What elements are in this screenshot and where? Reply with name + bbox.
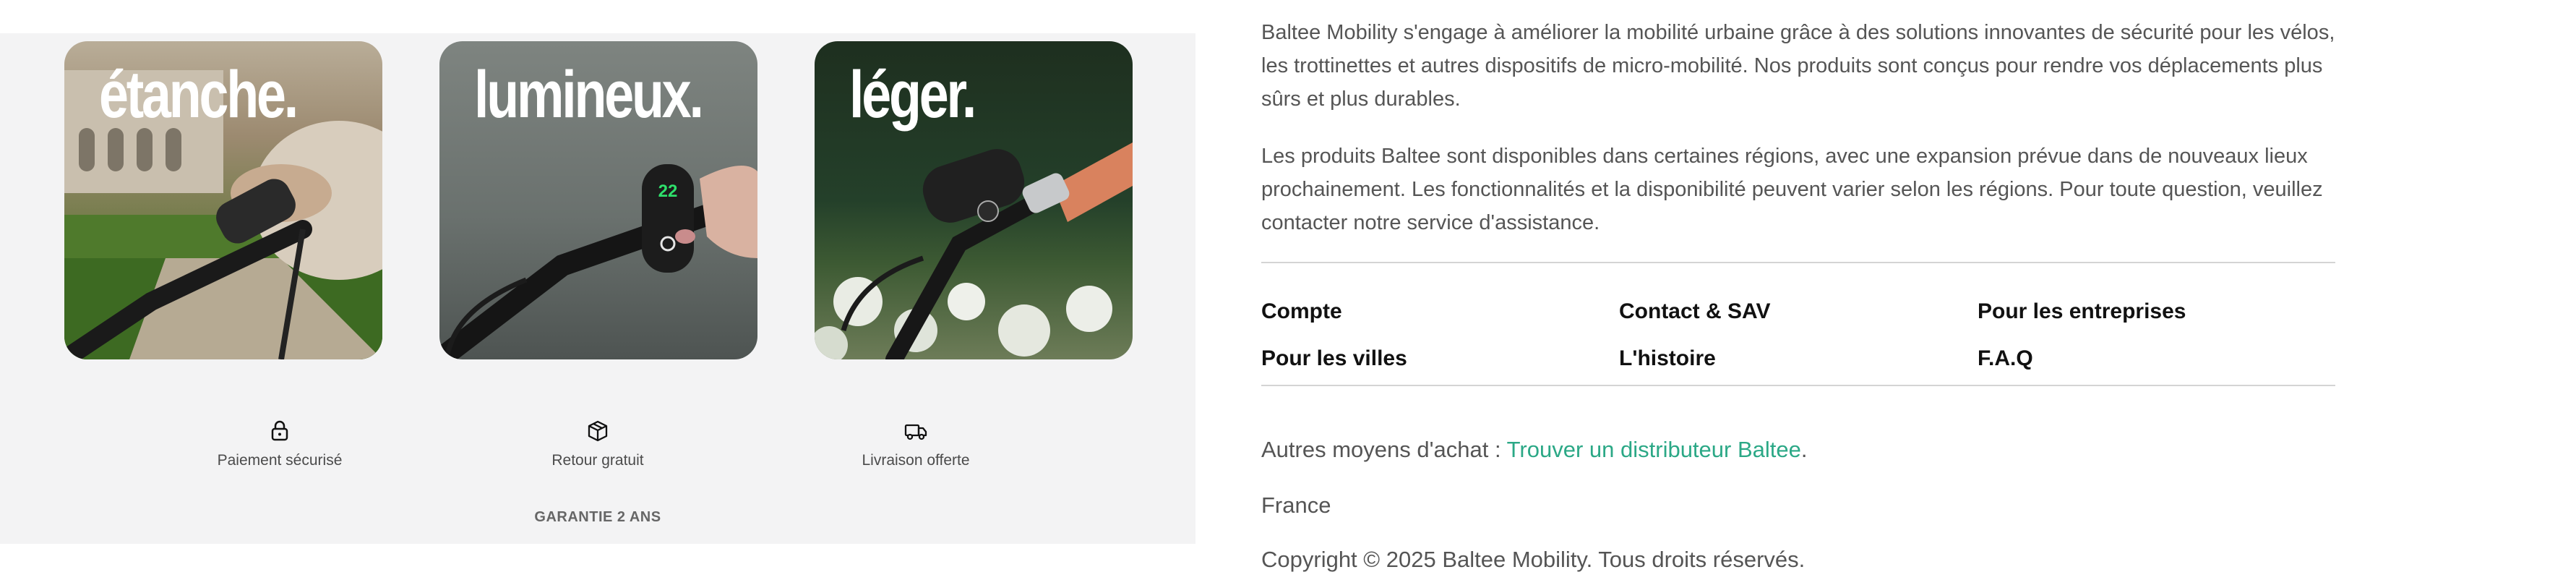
footer-link-contact[interactable]: Contact & SAV — [1619, 299, 1770, 324]
divider — [1261, 262, 2335, 263]
box-icon — [588, 420, 608, 442]
copyright-text: Copyright © 2025 Baltee Mobility. Tous d… — [1261, 547, 1806, 572]
feature-free-delivery: Livraison offerte — [807, 419, 1024, 469]
other-purchase-line: Autres moyens d'achat : Trouver un distr… — [1261, 437, 1808, 463]
feature-free-return: Retour gratuit — [489, 419, 706, 469]
about-paragraph: Baltee Mobility s'engage à améliorer la … — [1261, 21, 2335, 111]
country-selector[interactable]: France — [1261, 492, 1331, 519]
availability-paragraph: Les produits Baltee sont disponibles dan… — [1261, 145, 2323, 234]
other-purchase-prefix: Autres moyens d'achat : — [1261, 437, 1507, 462]
card-title: léger. — [849, 58, 976, 132]
card-title: lumineux. — [474, 58, 704, 132]
feature-label: Livraison offerte — [862, 452, 970, 469]
find-distributor-link[interactable]: Trouver un distributeur Baltee — [1507, 437, 1801, 462]
product-card-waterproof[interactable]: étanche. — [64, 41, 382, 359]
card-title: étanche. — [99, 58, 299, 132]
footer-link-business[interactable]: Pour les entreprises — [1978, 299, 2186, 324]
warranty-label: GARANTIE 2 ANS — [534, 509, 661, 525]
feature-label: Paiement sécurisé — [217, 452, 343, 469]
footer-info: Baltee Mobility s'engage à améliorer la … — [1261, 0, 2338, 580]
footer-link-cities[interactable]: Pour les villes — [1261, 346, 1407, 371]
other-purchase-suffix: . — [1800, 437, 1808, 462]
product-features-panel: étanche. 22 lumineux. léger. Paiement sé… — [0, 33, 1195, 544]
footer-link-faq[interactable]: F.A.Q — [1978, 346, 2033, 371]
feature-label: Retour gratuit — [551, 452, 644, 469]
divider — [1261, 385, 2335, 386]
footer-link-account[interactable]: Compte — [1261, 299, 1342, 324]
lock-icon — [271, 420, 288, 441]
footer-link-history[interactable]: L'histoire — [1619, 346, 1716, 371]
feature-secure-payment: Paiement sécurisé — [171, 419, 388, 469]
truck-icon — [904, 424, 927, 440]
product-card-light[interactable]: léger. — [815, 41, 1133, 359]
svg-text:22: 22 — [658, 182, 678, 201]
product-card-luminous[interactable]: 22 lumineux. — [439, 41, 757, 359]
